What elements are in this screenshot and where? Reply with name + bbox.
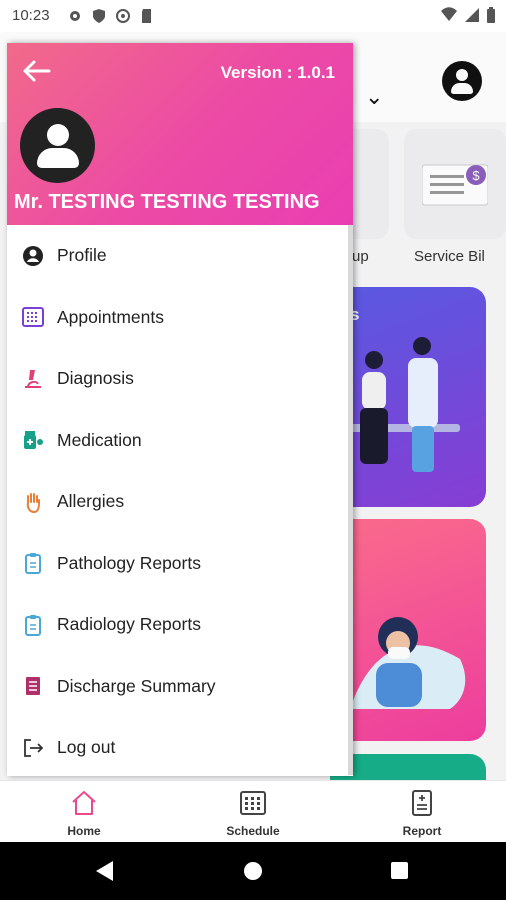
nav-home[interactable]: Home (24, 781, 144, 843)
clipboard-icon (22, 552, 44, 575)
wifi-icon (440, 7, 458, 28)
nav-schedule[interactable]: Schedule (193, 781, 313, 843)
menu-item-diagnosis[interactable]: Diagnosis (7, 348, 353, 410)
menu-item-profile[interactable]: Profile (7, 225, 353, 287)
calendar-icon (22, 306, 44, 328)
menu-label-pathology-reports: Pathology Reports (57, 552, 201, 573)
drawer-scrollbar[interactable] (348, 225, 353, 775)
app-version: Version : 1.0.1 (220, 63, 335, 82)
menu-label-profile: Profile (57, 245, 107, 266)
logout-icon (22, 737, 44, 759)
back-arrow-icon[interactable] (21, 59, 51, 83)
system-navigation-bar (0, 842, 506, 900)
signal-icon (464, 7, 480, 28)
navigation-drawer: Version : 1.0.1 Mr. TESTING TESTING TEST… (7, 43, 353, 776)
menu-item-pathology-reports[interactable]: Pathology Reports (7, 533, 353, 595)
profile-avatar-icon[interactable] (20, 108, 95, 183)
menu-label-logout: Log out (57, 737, 116, 758)
bottom-navigation: Home Schedule Report (0, 780, 506, 843)
report-icon (408, 789, 436, 817)
nav-label-schedule: Schedule (226, 824, 280, 838)
status-time: 10:23 (12, 7, 50, 24)
nav-label-report: Report (402, 824, 442, 838)
clipboard-icon (22, 614, 44, 636)
profile-icon (22, 245, 44, 267)
gear-icon (67, 8, 83, 24)
document-icon (22, 675, 44, 697)
menu-label-diagnosis: Diagnosis (57, 368, 134, 389)
menu-item-logout[interactable]: Log out (7, 717, 353, 779)
menu-label-radiology-reports: Radiology Reports (57, 614, 201, 635)
drawer-header: Version : 1.0.1 Mr. TESTING TESTING TEST… (7, 43, 353, 225)
home-icon (70, 789, 98, 817)
menu-item-discharge-summary[interactable]: Discharge Summary (7, 656, 353, 718)
menu-item-radiology-reports[interactable]: Radiology Reports (7, 594, 353, 656)
system-home-icon[interactable] (244, 862, 262, 880)
menu-label-allergies: Allergies (57, 491, 125, 512)
nav-label-home: Home (67, 824, 101, 838)
shield-icon (91, 8, 107, 24)
system-back-icon[interactable] (96, 861, 113, 881)
status-bar: 10:23 (0, 0, 506, 32)
hand-icon (22, 491, 44, 513)
battery-icon (486, 7, 496, 28)
calendar-grid-icon (239, 789, 267, 817)
menu-item-allergies[interactable]: Allergies (7, 471, 353, 533)
sd-card-icon (139, 8, 155, 24)
nav-report[interactable]: Report (362, 781, 482, 843)
vpn-icon (115, 8, 131, 24)
medicine-icon (22, 429, 44, 451)
menu-item-appointments[interactable]: Appointments (7, 287, 353, 349)
menu-item-medication[interactable]: Medication (7, 410, 353, 472)
menu-label-appointments: Appointments (57, 306, 165, 327)
menu-label-medication: Medication (57, 429, 142, 450)
system-recents-icon[interactable] (391, 862, 408, 879)
user-name: Mr. TESTING TESTING TESTING (14, 191, 320, 213)
microscope-icon (22, 368, 44, 390)
menu-label-discharge-summary: Discharge Summary (57, 675, 216, 696)
drawer-menu: Profile Appointments Diagnosis Medicatio… (7, 225, 353, 779)
